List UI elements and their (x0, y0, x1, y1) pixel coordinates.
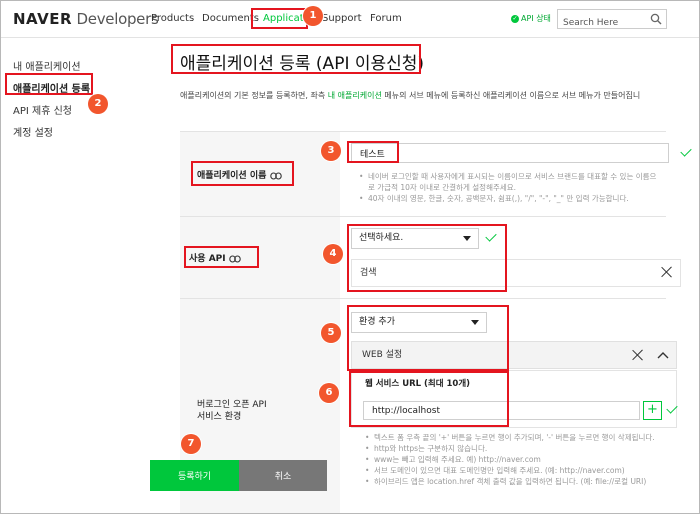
annotation-badge: 1 (303, 6, 323, 26)
chevron-down-icon (463, 236, 471, 241)
web-service-url-label: 웹 서비스 URL (최대 10개) (365, 379, 471, 389)
nav-support[interactable]: Support (322, 13, 362, 24)
api-select[interactable]: 선택하세요. (351, 228, 479, 249)
env-label: 버로그인 오픈 API 서비스 환경 (197, 400, 267, 422)
sidebar-item-api-partnership[interactable]: API 제휴 신청 (13, 102, 72, 117)
link-icon[interactable] (229, 254, 241, 263)
add-url-button[interactable]: + (643, 401, 662, 420)
app-name-label: 애플리케이션 이름 (197, 168, 282, 181)
page-frame: NAVER Developers Products Documents Appl… (0, 0, 700, 514)
link-icon[interactable] (269, 171, 282, 180)
nav-documents[interactable]: Documents (202, 13, 259, 24)
row-divider (180, 298, 666, 299)
sidebar-item-my-applications[interactable]: 내 애플리케이션 (13, 58, 81, 73)
nav-forum[interactable]: Forum (370, 13, 402, 24)
form-label-column (180, 131, 340, 513)
annotation-badge: 6 (319, 383, 339, 403)
annotation-badge: 7 (181, 434, 201, 454)
page-description: 애플리케이션의 기본 정보를 등록하면, 좌측 내 애플리케이션 메뉴의 서브 … (180, 91, 641, 100)
web-service-url-input[interactable] (363, 401, 640, 420)
naver-developers-logo[interactable]: NAVER Developers (13, 10, 159, 28)
app-name-input[interactable] (351, 143, 669, 163)
row-divider (180, 131, 666, 132)
env-select[interactable]: 환경 추가 (351, 312, 487, 333)
search-input[interactable] (558, 14, 646, 32)
api-label: 사용 API (189, 251, 241, 264)
api-status-icon: ✓ (511, 14, 519, 23)
register-button[interactable]: 등록하기 (150, 460, 239, 491)
page-title: 애플리케이션 등록 (API 이용신청) (180, 54, 425, 74)
top-header: NAVER Developers Products Documents Appl… (1, 1, 699, 38)
web-settings-header[interactable]: WEB 설정 (351, 341, 677, 369)
annotation-badge: 2 (88, 94, 108, 114)
row-divider (180, 216, 666, 217)
sidebar-item-register-application[interactable]: 애플리케이션 등록 (13, 80, 90, 95)
remove-api-close-icon[interactable] (661, 266, 673, 278)
remove-web-settings-close-icon[interactable] (632, 349, 644, 361)
sidebar-item-account-settings[interactable]: 계정 설정 (13, 124, 53, 139)
my-applications-link[interactable]: 내 애플리케이션 (328, 91, 382, 100)
nav-products[interactable]: Products (151, 13, 194, 24)
chevron-up-icon[interactable] (657, 351, 669, 359)
api-status-link[interactable]: ✓ API 상태 (511, 13, 551, 24)
search-icon[interactable] (650, 13, 662, 25)
chevron-down-icon (471, 320, 479, 325)
annotation-badge: 4 (323, 244, 343, 264)
search-box (557, 9, 667, 32)
annotation-badge: 5 (321, 323, 341, 343)
annotation-badge: 3 (321, 141, 341, 161)
selected-api-item: 검색 (351, 259, 681, 287)
web-url-help: 텍스트 폼 우측 끝의 '+' 버튼을 누르면 행이 추가되며, '-' 버튼을… (365, 432, 665, 487)
cancel-button[interactable]: 취소 (239, 460, 327, 491)
app-name-help: 네이버 로그인할 때 사용자에게 표시되는 이름이므로 서비스 브랜드를 대표할… (359, 171, 659, 204)
